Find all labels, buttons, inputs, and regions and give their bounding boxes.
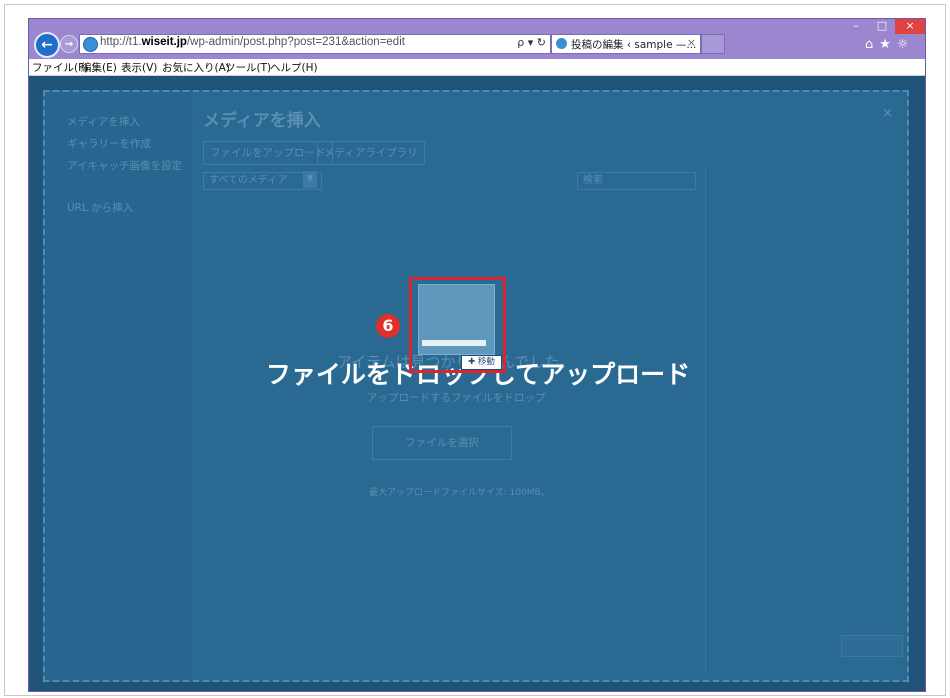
back-button[interactable]: ← xyxy=(34,32,60,58)
title-bar: ← → http://t1.wiseit.jp/wp-admin/post.ph… xyxy=(29,19,925,59)
menu-help[interactable]: ヘルプ(H) xyxy=(270,60,318,75)
ie-tab-icon xyxy=(556,38,567,49)
menu-view[interactable]: 表示(V) xyxy=(121,60,157,75)
new-tab-button[interactable] xyxy=(701,34,725,54)
highlight-box xyxy=(409,277,506,373)
step-number-badge: 6 xyxy=(376,314,400,338)
menu-favorites[interactable]: お気に入り(A) xyxy=(162,60,230,75)
modal-title: メディアを挿入 xyxy=(203,111,321,131)
browser-tab[interactable]: 投稿の編集 ‹ sample —... × xyxy=(551,34,701,54)
media-modal-drop-overlay[interactable]: メディアを挿入 ギャラリーを作成 アイキャッチ画像を設定 URL から挿入 メデ… xyxy=(43,90,909,682)
browser-window: ← → http://t1.wiseit.jp/wp-admin/post.ph… xyxy=(28,18,926,692)
max-upload-size: 最大アップロードファイルサイズ: 100MB。 xyxy=(369,488,550,498)
home-favorites-settings-icons[interactable]: ⌂★☼ xyxy=(865,37,915,52)
tab-media-library[interactable]: メディアライブラリ xyxy=(317,141,425,165)
maximize-button[interactable]: □ xyxy=(869,19,895,34)
back-arrow-icon: ← xyxy=(41,37,53,53)
insert-button[interactable] xyxy=(841,635,903,657)
menu-tools[interactable]: ツール(T) xyxy=(225,60,271,75)
search-refresh-icons[interactable]: ρ ▾ ↻ xyxy=(517,36,546,49)
menu-bar: ファイル(F) 編集(E) 表示(V) お気に入り(A) ツール(T) ヘルプ(… xyxy=(29,59,925,76)
tab-close-icon[interactable]: × xyxy=(687,36,696,49)
address-bar[interactable]: http://t1.wiseit.jp/wp-admin/post.php?po… xyxy=(79,34,551,54)
forward-button[interactable]: → xyxy=(60,35,78,53)
sidebar-item-insert-media[interactable]: メディアを挿入 xyxy=(67,114,140,129)
ie-icon xyxy=(83,37,98,52)
modal-close-icon[interactable]: × xyxy=(882,106,893,121)
select-files-button[interactable]: ファイルを選択 xyxy=(372,426,512,460)
details-divider xyxy=(705,166,706,672)
chevron-down-icon: ▼ xyxy=(303,171,317,188)
url-text: http://t1.wiseit.jp/wp-admin/post.php?po… xyxy=(100,36,405,48)
tab-upload-files[interactable]: ファイルをアップロード xyxy=(203,141,333,165)
menu-file[interactable]: ファイル(F) xyxy=(32,60,88,75)
minimize-button[interactable]: – xyxy=(843,19,869,34)
tab-title: 投稿の編集 ‹ sample —... xyxy=(571,39,697,51)
sidebar-item-create-gallery[interactable]: ギャラリーを作成 xyxy=(67,136,151,151)
drop-instructions: アップロードするファイルをドロップ xyxy=(367,392,546,404)
sidebar-item-insert-from-url[interactable]: URL から挿入 xyxy=(67,200,133,215)
menu-edit[interactable]: 編集(E) xyxy=(81,60,117,75)
forward-arrow-icon: → xyxy=(64,38,74,50)
search-input[interactable]: 検索 xyxy=(577,172,696,190)
close-window-button[interactable]: × xyxy=(895,19,925,34)
page-content: メディアを挿入 ギャラリーを作成 アイキャッチ画像を設定 URL から挿入 メデ… xyxy=(29,76,925,691)
sidebar-item-featured-image[interactable]: アイキャッチ画像を設定 xyxy=(67,158,182,173)
